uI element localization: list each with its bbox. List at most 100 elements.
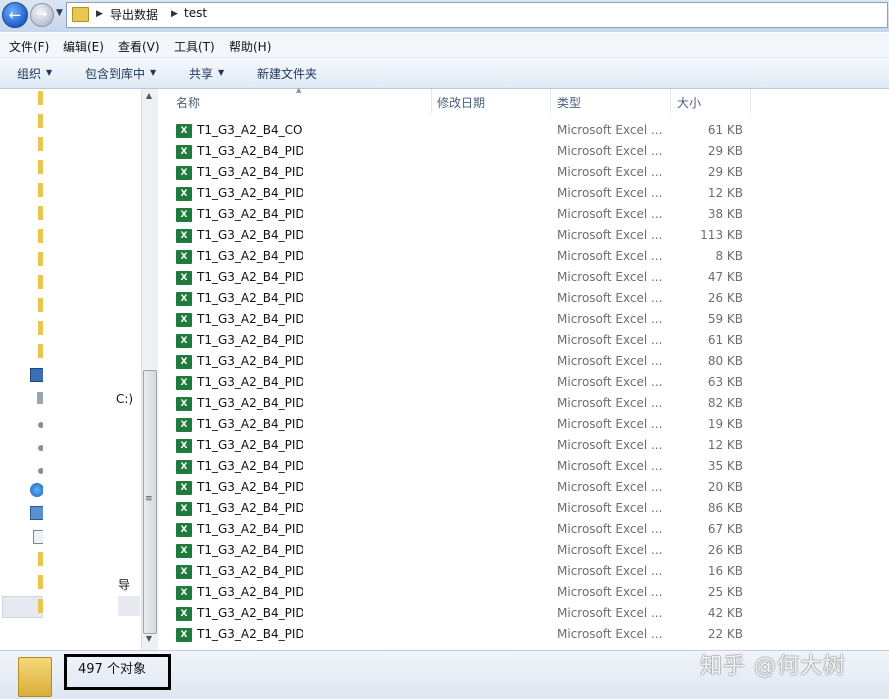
file-type: Microsoft Excel ... <box>557 501 663 515</box>
menu-tools[interactable]: 工具(T) <box>174 38 215 55</box>
file-name: T1_G3_A2_B4_PID_ <box>197 522 303 536</box>
column-divider[interactable] <box>431 89 432 113</box>
file-row[interactable]: X T1_G3_A2_B4_PID_ Microsoft Excel ... 22 K… <box>170 625 760 646</box>
excel-file-icon: X <box>176 292 192 306</box>
file-row[interactable]: X T1_G3_A2_B4_PID_ Microsoft Excel ... 86 K… <box>170 499 760 520</box>
menu-help[interactable]: 帮助(H) <box>229 38 271 55</box>
nav-item-drive-c[interactable]: C:) <box>116 392 133 406</box>
new-folder-button[interactable]: 新建文件夹 <box>257 65 317 82</box>
menu-edit[interactable]: 编辑(E) <box>63 38 104 55</box>
file-size: 67 KB <box>707 522 743 536</box>
file-type: Microsoft Excel ... <box>557 438 663 452</box>
file-row[interactable]: X T1_G3_A2_B4_PID_ Microsoft Excel ... 113 … <box>170 226 760 247</box>
file-row[interactable]: X T1_G3_A2_B4_PID_ Microsoft Excel ... 67 K… <box>170 520 760 541</box>
column-divider[interactable] <box>670 89 671 113</box>
chevron-down-icon[interactable]: ▼ <box>218 68 224 77</box>
file-size: 38 KB <box>707 207 743 221</box>
file-name: T1_G3_A2_B4_PID_ <box>197 312 303 326</box>
file-row[interactable]: X T1_G3_A2_B4_PID_ Microsoft Excel ... 59 K… <box>170 310 760 331</box>
item-count: 497 个对象 <box>78 662 146 677</box>
share-button[interactable]: 共享 <box>189 65 213 82</box>
file-size: 42 KB <box>707 606 743 620</box>
file-name: T1_G3_A2_B4_PID_ <box>197 270 303 284</box>
recent-pages-dropdown-icon[interactable]: ▼ <box>56 8 63 18</box>
nav-item-export[interactable]: 导​ <box>118 576 130 593</box>
file-row[interactable]: X T1_G3_A2_B4_PID_ Microsoft Excel ... 29 K… <box>170 142 760 163</box>
forward-arrow-icon[interactable]: → <box>30 3 54 27</box>
file-size: 8 KB <box>715 249 743 263</box>
file-size: 59 KB <box>707 312 743 326</box>
file-type: Microsoft Excel ... <box>557 144 663 158</box>
file-size: 47 KB <box>707 270 743 284</box>
file-row[interactable]: X T1_G3_A2_B4_PID_ Microsoft Excel ... 38 K… <box>170 205 760 226</box>
file-name: T1_G3_A2_B4_PID_ <box>197 144 303 158</box>
organize-button[interactable]: 组织 <box>17 65 41 82</box>
file-row[interactable]: X T1_G3_A2_B4_PID_ Microsoft Excel ... 26 K… <box>170 289 760 310</box>
sort-ascending-icon: ▲ <box>296 86 302 94</box>
column-header-modified[interactable]: 修改日期 <box>437 94 485 111</box>
file-row[interactable]: X T1_G3_A2_B4_PID_ Microsoft Excel ... 12 K… <box>170 184 760 205</box>
column-header-name[interactable]: 名称 <box>176 94 200 111</box>
file-type: Microsoft Excel ... <box>557 585 663 599</box>
file-type: Microsoft Excel ... <box>557 543 663 557</box>
menu-file[interactable]: 文件(F) <box>9 38 49 55</box>
file-row[interactable]: X T1_G3_A2_B4_PID_ Microsoft Excel ... 80 K… <box>170 352 760 373</box>
file-row[interactable]: X T1_G3_A2_B4_PID_ Microsoft Excel ... 35 K… <box>170 457 760 478</box>
file-row[interactable]: X T1_G3_A2_B4_PID_ Microsoft Excel ... 47 K… <box>170 268 760 289</box>
file-name: T1_G3_A2_B4_PID_ <box>197 186 303 200</box>
file-row[interactable]: X T1_G3_A2_B4_PID_ Microsoft Excel ... 42 K… <box>170 604 760 625</box>
file-row[interactable]: X T1_G3_A2_B4_PID_ Microsoft Excel ... 20 K… <box>170 478 760 499</box>
file-size: 12 KB <box>707 438 743 452</box>
file-name: T1_G3_A2_B4_PID_ <box>197 501 303 515</box>
column-divider[interactable] <box>750 89 751 113</box>
file-name: T1_G3_A2_B4_PID_ <box>197 207 303 221</box>
column-header-type[interactable]: 类型 <box>557 94 581 111</box>
excel-file-icon: X <box>176 355 192 369</box>
file-row[interactable]: X T1_G3_A2_B4_PID_ Microsoft Excel ... 12 K… <box>170 436 760 457</box>
file-row[interactable]: X T1_G3_A2_B4_PID_ Microsoft Excel ... 26 K… <box>170 541 760 562</box>
column-divider[interactable] <box>550 89 551 113</box>
file-size: 26 KB <box>707 543 743 557</box>
network-icon[interactable] <box>30 483 44 497</box>
file-row[interactable]: X T1_G3_A2_B4_PID_ Microsoft Excel ... 16 K… <box>170 562 760 583</box>
folder-icon <box>18 657 52 697</box>
breadcrumb-separator-icon[interactable]: ▶ <box>96 9 103 19</box>
back-arrow-icon[interactable]: ← <box>2 2 28 28</box>
excel-file-icon: X <box>176 208 192 222</box>
file-row[interactable]: X T1_G3_A2_B4_PID_ Microsoft Excel ... 29 K… <box>170 163 760 184</box>
breadcrumb-test[interactable]: test <box>184 6 207 20</box>
file-size: 22 KB <box>707 627 743 641</box>
scroll-down-icon[interactable]: ▼ <box>143 634 155 648</box>
file-row[interactable]: X T1_G3_A2_B4_COS_ Microsoft Excel ... 61 K… <box>170 121 760 142</box>
file-type: Microsoft Excel ... <box>557 564 663 578</box>
file-type: Microsoft Excel ... <box>557 123 663 137</box>
excel-file-icon: X <box>176 145 192 159</box>
file-name: T1_G3_A2_B4_COS_ <box>197 123 303 137</box>
file-size: 26 KB <box>707 291 743 305</box>
breadcrumb-export-data[interactable]: 导出数据 <box>110 6 158 23</box>
file-row[interactable]: X T1_G3_A2_B4_PID_ Microsoft Excel ... 8 KB <box>170 247 760 268</box>
column-header-size[interactable]: 大小 <box>677 94 701 111</box>
chevron-down-icon[interactable]: ▼ <box>150 68 156 77</box>
chevron-down-icon[interactable]: ▼ <box>46 68 52 77</box>
excel-file-icon: X <box>176 250 192 264</box>
file-row[interactable]: X T1_G3_A2_B4_PID_ Microsoft Excel ... 82 K… <box>170 394 760 415</box>
menu-view[interactable]: 查看(V) <box>118 38 160 55</box>
include-in-library-button[interactable]: 包含到库中 <box>85 65 145 82</box>
file-size: 61 KB <box>707 333 743 347</box>
excel-file-icon: X <box>176 313 192 327</box>
file-name: T1_G3_A2_B4_PID_ <box>197 438 303 452</box>
file-size: 61 KB <box>707 123 743 137</box>
file-name: T1_G3_A2_B4_PID_ <box>197 249 303 263</box>
breadcrumb-separator-icon[interactable]: ▶ <box>171 9 178 19</box>
file-name: T1_G3_A2_B4_PID_ <box>197 354 303 368</box>
file-row[interactable]: X T1_G3_A2_B4_PID_ Microsoft Excel ... 61 K… <box>170 331 760 352</box>
file-size: 82 KB <box>707 396 743 410</box>
scroll-up-icon[interactable]: ▲ <box>143 91 155 105</box>
excel-file-icon: X <box>176 334 192 348</box>
grip-icon: ≡ <box>145 494 153 504</box>
file-row[interactable]: X T1_G3_A2_B4_PID_ Microsoft Excel ... 25 K… <box>170 583 760 604</box>
file-name: T1_G3_A2_B4_PID_ <box>197 291 303 305</box>
file-row[interactable]: X T1_G3_A2_B4_PID_ Microsoft Excel ... 19 K… <box>170 415 760 436</box>
file-row[interactable]: X T1_G3_A2_B4_PID_ Microsoft Excel ... 63 K… <box>170 373 760 394</box>
